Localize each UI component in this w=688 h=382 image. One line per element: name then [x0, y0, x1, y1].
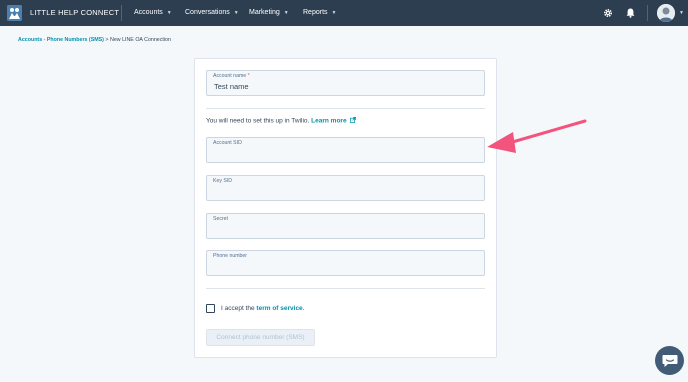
- chat-icon: [662, 354, 677, 367]
- terms-link[interactable]: term of service: [256, 305, 302, 312]
- nav-item-label: Accounts: [134, 9, 163, 16]
- twilio-info-text: You will need to set this up in Twilio.: [206, 117, 310, 125]
- breadcrumb: Accounts - Phone Numbers (SMS) > New LIN…: [18, 37, 171, 43]
- terms-suffix: .: [302, 305, 305, 312]
- nav-item-label: Reports: [303, 9, 328, 16]
- secret-field[interactable]: Secret: [206, 213, 485, 239]
- gear-icon[interactable]: [602, 7, 614, 19]
- key-sid-field[interactable]: Key SID: [206, 175, 485, 201]
- connect-phone-number-button[interactable]: Connect phone number (SMS): [206, 329, 315, 346]
- nav-item-reports[interactable]: Reports ▼: [303, 9, 336, 16]
- breadcrumb-separator: >: [105, 37, 109, 43]
- divider: [206, 288, 485, 289]
- top-nav: LITTLE HELP CONNECT Accounts ▼ Conversat…: [0, 0, 688, 26]
- chevron-down-icon[interactable]: ▼: [679, 10, 684, 16]
- chevron-down-icon: ▼: [331, 9, 337, 16]
- brand-logo-icon[interactable]: [7, 5, 22, 21]
- key-sid-label: Key SID: [213, 178, 233, 184]
- secret-label: Secret: [213, 216, 228, 222]
- twilio-info: You will need to set this up in Twilio. …: [206, 117, 357, 125]
- bell-icon[interactable]: [624, 7, 636, 19]
- nav-item-marketing[interactable]: Marketing ▼: [249, 9, 289, 16]
- nav-divider: [647, 5, 648, 21]
- phone-number-field[interactable]: Phone number: [206, 250, 485, 276]
- nav-divider: [121, 5, 122, 21]
- brand-name[interactable]: LITTLE HELP CONNECT: [30, 8, 119, 17]
- nav-item-accounts[interactable]: Accounts ▼: [134, 9, 172, 16]
- terms-text: I accept the term of service.: [221, 305, 304, 312]
- phone-number-label: Phone number: [213, 253, 248, 259]
- avatar[interactable]: [657, 4, 675, 22]
- nav-item-label: Conversations: [185, 9, 230, 16]
- divider: [206, 108, 485, 109]
- terms-prefix: I accept the: [221, 305, 255, 312]
- breadcrumb-current: New LINE OA Connection: [110, 37, 171, 43]
- required-mark: *: [247, 73, 250, 79]
- account-name-field[interactable]: Account name * Test name: [206, 70, 485, 96]
- terms-checkbox[interactable]: [206, 304, 215, 313]
- chevron-down-icon: ▼: [233, 9, 239, 16]
- chevron-down-icon: ▼: [166, 9, 172, 16]
- account-name-label: Account name *: [213, 73, 250, 79]
- nav-item-conversations[interactable]: Conversations ▼: [185, 9, 239, 16]
- chat-button[interactable]: [655, 346, 684, 375]
- account-name-value: Test name: [214, 82, 249, 91]
- connection-form-card: Account name * Test name You will need t…: [194, 58, 497, 358]
- nav-item-label: Marketing: [249, 9, 280, 16]
- learn-more-link[interactable]: Learn more: [311, 118, 346, 125]
- external-link-icon[interactable]: [350, 117, 357, 125]
- account-sid-field[interactable]: Account SID: [206, 137, 485, 163]
- chevron-down-icon: ▼: [283, 9, 289, 16]
- annotation-arrow-icon: [487, 119, 587, 153]
- account-sid-label: Account SID: [213, 140, 242, 146]
- breadcrumb-link[interactable]: Accounts - Phone Numbers (SMS): [18, 37, 104, 43]
